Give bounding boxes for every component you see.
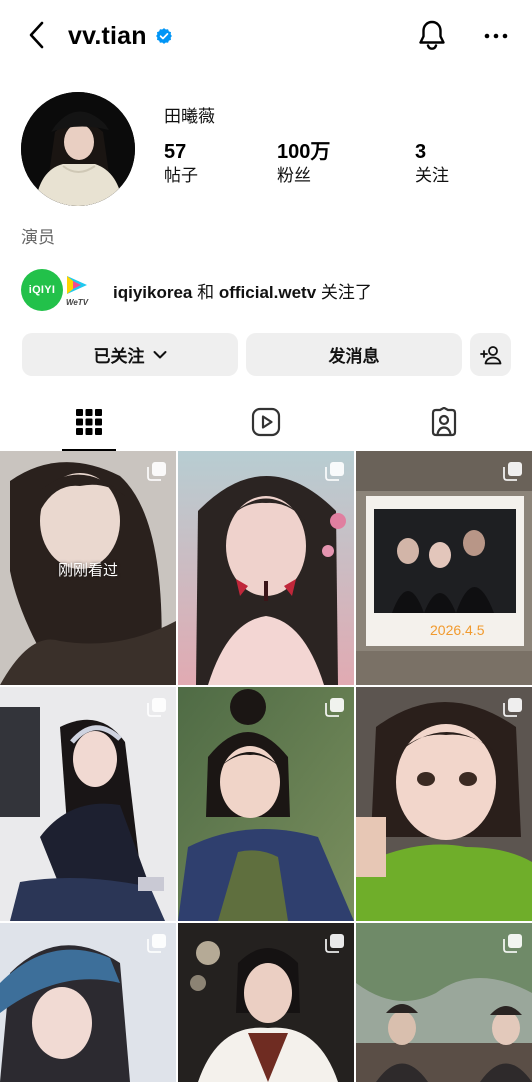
followed-by-suffix: 关注了 [320,282,372,302]
post-tile-4[interactable] [0,687,176,921]
multi-photo-icon [325,934,344,953]
wetv-logo-icon [67,276,87,294]
post-tile-6[interactable] [356,687,532,921]
multi-photo-icon [503,934,522,953]
post-tile-2[interactable] [178,451,354,685]
followers-count: 100万 [277,141,331,163]
chevron-left-icon [29,21,44,49]
followed-by-row[interactable]: iQIYI WeTV iqiyikorea 和 official.wetv 关注… [21,268,521,312]
wetv-avatar: WeTV [61,269,93,311]
multi-photo-icon [147,462,166,481]
posts-label: 帖子 [164,166,198,185]
username: vv.tian [68,21,147,50]
stat-followers[interactable]: 100万 粉丝 [277,140,330,188]
verified-badge-icon [155,27,173,45]
chevron-down-icon [153,350,166,358]
bell-icon [419,20,445,50]
multi-photo-icon [503,698,522,717]
posts-count: 57 [164,141,187,163]
post-tile-9[interactable] [356,923,532,1082]
top-bar: vv.tian [0,0,532,72]
post-tile-1[interactable]: 刚刚看过 [0,451,176,685]
following-label: 关注 [415,166,449,185]
recently-viewed-overlay: 刚刚看过 [57,562,118,579]
more-horizontal-icon [484,33,508,39]
post-tile-5[interactable] [178,687,354,921]
add-user-icon [479,345,501,364]
display-name: 田曦薇 [164,107,215,126]
stat-following[interactable]: 3 关注 [415,140,449,188]
photo-date-stamp: 2026.4.5 [430,622,485,638]
wetv-avatar-label: WeTV [65,298,89,307]
more-options-button[interactable] [478,20,514,52]
post-tile-3[interactable]: 2026.4.5 [356,451,532,685]
profile-stats: 57 帖子 100万 粉丝 3 关注 [164,140,524,190]
tab-reels[interactable] [239,393,293,451]
multi-photo-icon [503,462,522,481]
followed-by-text: iqiyikorea 和 official.wetv 关注了 [113,278,372,303]
post-tile-7[interactable] [0,923,176,1082]
followed-by-connector: 和 [197,282,215,302]
message-button-label: 发消息 [328,347,380,366]
message-button[interactable]: 发消息 [246,333,462,376]
following-button[interactable]: 已关注 [22,333,238,376]
tab-tagged[interactable] [417,393,471,451]
following-count: 3 [415,141,427,163]
grid-icon [76,409,102,435]
back-button[interactable] [20,18,54,52]
followed-by-account-2[interactable]: official.wetv [219,283,316,302]
multi-photo-icon [147,934,166,953]
profile-bio: 演员 [21,228,55,247]
multi-photo-icon [147,698,166,717]
followers-label: 粉丝 [277,166,311,185]
add-user-button[interactable] [470,333,511,376]
profile-username-header: vv.tian [68,18,173,54]
notifications-button[interactable] [414,16,450,54]
following-button-label: 已关注 [93,347,145,366]
followed-by-account-1[interactable]: iqiyikorea [113,283,192,302]
post-tile-8[interactable] [178,923,354,1082]
iqiyi-avatar: iQIYI [21,269,63,311]
tab-posts-grid[interactable] [62,393,116,451]
stat-posts[interactable]: 57 帖子 [164,140,198,188]
reels-icon [251,407,281,437]
profile-avatar[interactable] [21,92,135,206]
multi-photo-icon [325,462,344,481]
tagged-user-icon [431,407,457,437]
profile-tabs [0,393,532,451]
multi-photo-icon [325,698,344,717]
posts-grid: 刚刚看过 2026.4.5 [0,451,532,1082]
followed-by-avatars: iQIYI WeTV [21,268,95,312]
